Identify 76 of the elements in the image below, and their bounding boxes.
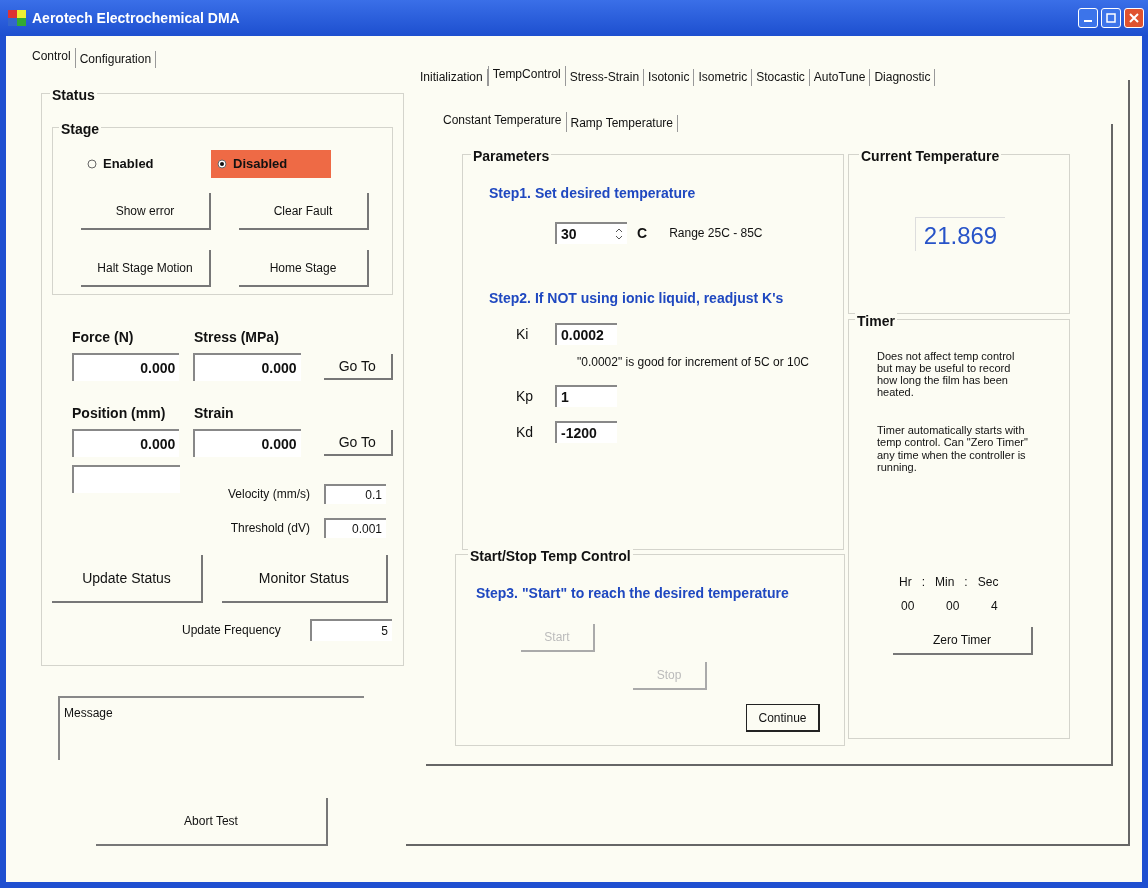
- tab[interactable]: Configuration: [75, 51, 157, 68]
- gain-field[interactable]: -1200: [555, 421, 617, 443]
- frequency-label: Update Frequency: [182, 622, 282, 639]
- setting-label: Threshold (dV): [229, 520, 311, 537]
- tab[interactable]: Stocastic: [752, 69, 810, 86]
- temperature-spinner[interactable]: 30: [555, 222, 627, 244]
- value-field[interactable]: 0.000: [72, 353, 180, 381]
- status-button[interactable]: Monitor Status: [222, 555, 388, 603]
- tab[interactable]: Control: [28, 48, 76, 68]
- stage-button[interactable]: Halt Stage Motion: [81, 250, 211, 287]
- field-label: Force (N): [72, 328, 135, 347]
- value-field[interactable]: 0.000: [193, 353, 301, 381]
- tab[interactable]: TempControl: [487, 66, 566, 86]
- value-field[interactable]: 0.000: [72, 429, 180, 457]
- time-value: 00: [901, 597, 916, 615]
- timer-note: Does not affect temp control but may be useful to record how long the film has been heated.: [877, 350, 1016, 399]
- value-field[interactable]: 0.000: [193, 429, 301, 457]
- field-label: Strain: [194, 404, 235, 423]
- gain-label: Ki: [516, 324, 530, 344]
- stage-button[interactable]: Clear Fault: [239, 193, 369, 230]
- spinner-arrows-icon[interactable]: [613, 226, 625, 242]
- time-value: 4: [991, 597, 999, 615]
- tab[interactable]: Diagnostic: [870, 69, 936, 86]
- time-header: :: [964, 573, 968, 591]
- field-label: Stress (MPa): [194, 328, 280, 347]
- range-label: Range 25C - 85C: [669, 225, 763, 242]
- maximize-button[interactable]: [1101, 8, 1121, 28]
- field-label: Position (mm): [72, 404, 167, 423]
- tab[interactable]: Constant Temperature: [439, 112, 567, 132]
- radio-icon: [87, 159, 97, 169]
- go-to-button[interactable]: Go To: [323, 430, 393, 456]
- app-icon: [8, 10, 26, 26]
- abort-test-button[interactable]: Abort Test: [96, 798, 328, 846]
- tab[interactable]: Isotonic: [644, 69, 695, 86]
- tab[interactable]: Initialization: [416, 69, 488, 86]
- window-title: Aerotech Electrochemical DMA: [32, 8, 241, 28]
- gain-field[interactable]: 1: [555, 385, 617, 407]
- message-box[interactable]: Message: [58, 696, 364, 760]
- control-button[interactable]: Continue: [746, 704, 820, 732]
- empty-field[interactable]: [72, 465, 180, 493]
- setting-label: Velocity (mm/s): [227, 486, 311, 503]
- minimize-button[interactable]: [1078, 8, 1098, 28]
- step-instruction: Step3. "Start" to reach the desired temperature: [476, 584, 790, 603]
- gain-note: "0.0002" is good for increment of 5C or 10C: [577, 354, 810, 371]
- setting-field[interactable]: 0.1: [324, 484, 386, 504]
- gain-field[interactable]: 0.0002: [555, 323, 617, 345]
- step-instruction: Step2. If NOT using ionic liquid, readjust K's: [489, 289, 785, 308]
- tab[interactable]: Stress-Strain: [565, 69, 645, 86]
- group-title: Start/Stop Temp Control: [468, 546, 633, 567]
- zero-timer-button[interactable]: Zero Timer: [893, 626, 1033, 655]
- close-icon: [1129, 13, 1139, 23]
- timer-note: Timer automatically starts with temp control. Can "Zero Timer" any time when the controller is running.: [877, 424, 1029, 473]
- tab[interactable]: Ramp Temperature: [566, 115, 678, 132]
- radio-option-highlighted[interactable]: Disabled: [211, 150, 331, 178]
- stage-button[interactable]: Home Stage: [239, 250, 369, 287]
- time-value: 00: [946, 597, 961, 615]
- setting-field[interactable]: 0.001: [324, 518, 386, 538]
- time-header: :: [921, 573, 925, 591]
- step-instruction: Step1. Set desired temperature: [489, 184, 697, 203]
- time-header: Hr: [899, 573, 912, 591]
- tab[interactable]: AutoTune: [809, 69, 871, 86]
- radio-option[interactable]: Enabled: [81, 150, 211, 178]
- go-to-button[interactable]: Go To: [323, 354, 393, 380]
- time-header: Min: [935, 573, 955, 591]
- maximize-icon: [1106, 13, 1116, 23]
- temperature-reading: 21.869: [915, 217, 1005, 251]
- close-button[interactable]: [1124, 8, 1144, 28]
- time-header: Sec: [977, 573, 999, 591]
- status-button[interactable]: Update Status: [52, 555, 203, 603]
- tab[interactable]: Isometric: [694, 69, 753, 86]
- unit-label: C: [637, 223, 648, 243]
- radio-icon: [217, 159, 227, 169]
- frequency-field[interactable]: 5: [310, 619, 392, 641]
- gain-label: Kd: [516, 422, 530, 442]
- minimize-icon: [1084, 20, 1092, 22]
- stage-button[interactable]: Show error: [81, 193, 211, 230]
